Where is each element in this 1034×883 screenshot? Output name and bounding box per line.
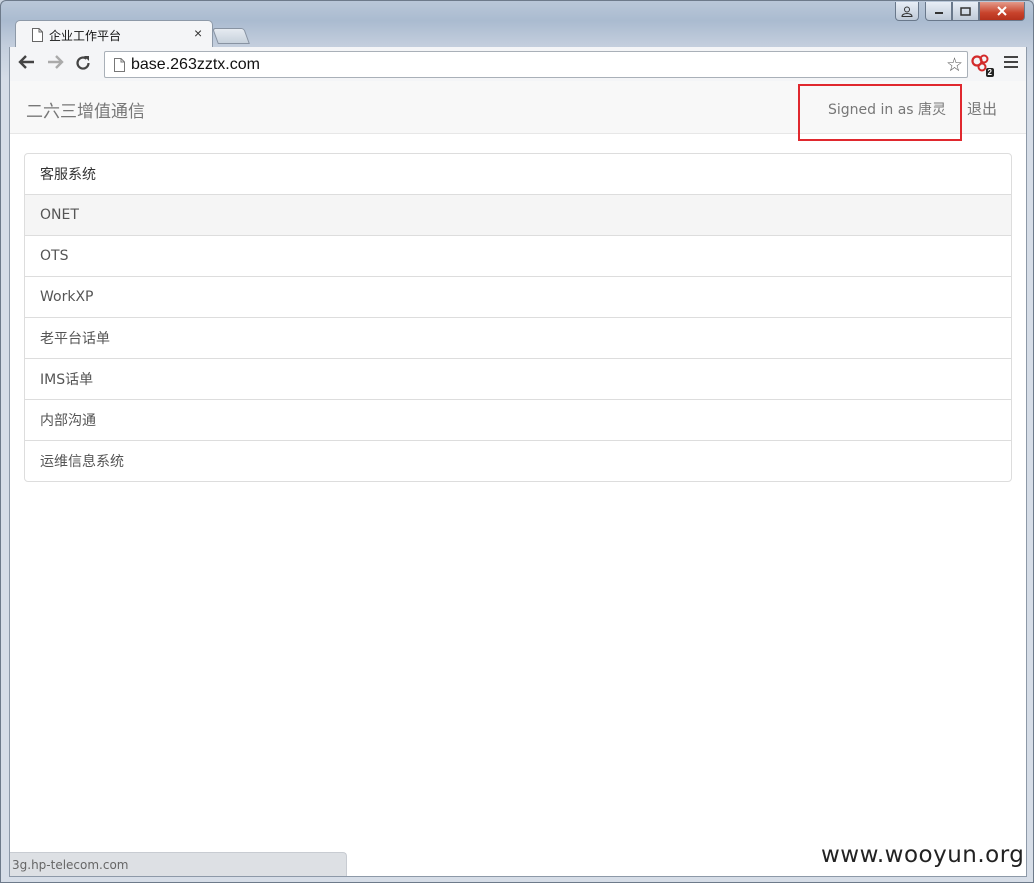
bookmark-star-icon[interactable]: ☆: [946, 54, 963, 77]
tab-title: 企业工作平台: [49, 29, 122, 43]
address-bar[interactable]: base.263zztx.com ☆: [104, 51, 968, 78]
user-profile-icon[interactable]: [895, 2, 919, 21]
page-icon: [32, 28, 43, 42]
new-tab-button[interactable]: [212, 28, 250, 44]
list-item[interactable]: ONET: [25, 194, 1011, 235]
extension-icon[interactable]: 2: [970, 53, 994, 77]
logout-link[interactable]: 退出: [967, 98, 997, 119]
extension-badge: 2: [985, 68, 994, 77]
page-icon: [114, 58, 125, 72]
window-controls: [895, 2, 1025, 22]
list-item[interactable]: 内部沟通: [25, 399, 1011, 440]
list-item[interactable]: OTS: [25, 235, 1011, 276]
status-bar: 3g.hp-telecom.com: [10, 852, 347, 876]
minimize-button[interactable]: [925, 2, 952, 21]
reload-icon[interactable]: [72, 54, 94, 74]
tab-close-icon[interactable]: ×: [194, 25, 202, 41]
forward-arrow-icon[interactable]: [44, 54, 66, 74]
close-window-button[interactable]: [979, 2, 1025, 21]
back-arrow-icon[interactable]: [16, 54, 38, 74]
site-brand[interactable]: 二六三增值通信: [26, 97, 145, 122]
browser-window: 企业工作平台 × base.263zztx.com ☆ 2 二六三增值通信 Si…: [0, 0, 1034, 883]
browser-menu-icon[interactable]: [1004, 56, 1018, 70]
url-text[interactable]: base.263zztx.com: [131, 56, 260, 74]
watermark-text: www.wooyun.org: [821, 842, 1025, 868]
list-item[interactable]: IMS话单: [25, 358, 1011, 399]
page-viewport: 二六三增值通信 Signed in as 唐灵 退出 客服系统 ONET OTS…: [9, 81, 1027, 877]
browser-toolbar: base.263zztx.com ☆ 2: [9, 47, 1027, 81]
list-item[interactable]: 客服系统: [25, 154, 1011, 194]
list-item[interactable]: WorkXP: [25, 276, 1011, 317]
list-item[interactable]: 老平台话单: [25, 317, 1011, 358]
list-item[interactable]: 运维信息系统: [25, 440, 1011, 481]
system-list: 客服系统 ONET OTS WorkXP 老平台话单 IMS话单 内部沟通 运维…: [24, 153, 1012, 482]
browser-tab[interactable]: 企业工作平台 ×: [15, 20, 213, 48]
maximize-button[interactable]: [952, 2, 979, 21]
annotation-highlight-box: [798, 84, 962, 141]
